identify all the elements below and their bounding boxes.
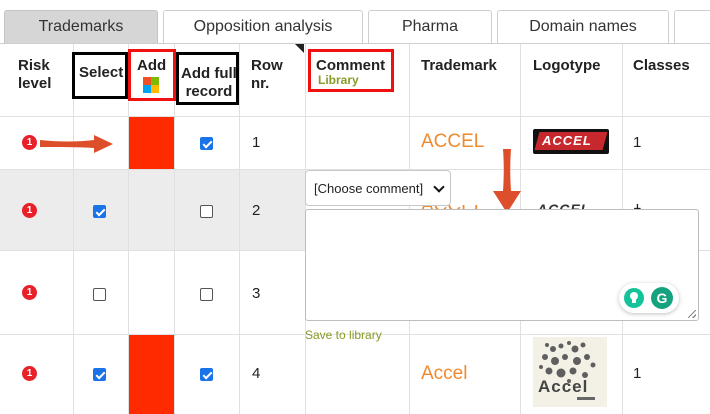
select-checkbox[interactable] — [93, 288, 106, 301]
classes-value: 1 — [633, 365, 642, 382]
tab-opposition-analysis[interactable]: Opposition analysis — [163, 10, 363, 43]
tab-label: Trademarks — [38, 18, 124, 35]
header-label: level — [18, 75, 52, 92]
save-to-library-link[interactable]: Save to library — [305, 328, 382, 342]
logotype-image: Accel — [533, 337, 607, 407]
lightbulb-icon[interactable] — [624, 288, 644, 308]
select-value: [Choose comment] — [314, 180, 424, 196]
risk-alert-icon: 1 — [22, 203, 37, 218]
risk-alert-icon: 1 — [22, 285, 37, 300]
header-classes[interactable]: Classes — [633, 57, 690, 75]
logo-subscript — [577, 397, 595, 400]
header-label: record — [185, 83, 233, 100]
header-label: Row — [251, 57, 283, 74]
select-checkbox[interactable] — [93, 205, 106, 218]
col-divider — [73, 44, 74, 414]
grammarly-widget[interactable]: G — [619, 283, 679, 313]
trademark-name[interactable]: ACCEL — [421, 131, 484, 153]
header-logotype[interactable]: Logotype — [533, 57, 601, 75]
resize-handle-icon[interactable] — [688, 310, 696, 318]
row-number: 4 — [252, 365, 261, 382]
row-number: 2 — [252, 202, 261, 219]
tab-trademarks[interactable]: Trademarks — [4, 10, 158, 43]
ms-colors-icon — [143, 77, 159, 93]
full-record-checkbox[interactable] — [200, 368, 213, 381]
add-cell-row-1[interactable] — [128, 116, 174, 169]
risk-alert-icon: 1 — [22, 135, 37, 150]
tab-bar: Trademarks Opposition analysis Pharma Do… — [0, 0, 710, 44]
arrow-right-icon — [40, 135, 113, 153]
header-add-full-record[interactable]: Add full record — [181, 65, 237, 101]
logotype-image: ACCEL — [533, 129, 609, 154]
sort-corner-icon — [295, 44, 304, 53]
header-select[interactable]: Select — [79, 64, 123, 82]
logo-text: Accel — [538, 377, 589, 396]
col-divider — [239, 44, 240, 414]
tab-label: Opposition analysis — [193, 18, 333, 35]
tab-label: Domain names — [529, 18, 637, 35]
logo-text: ACCEL — [542, 133, 592, 148]
header-add[interactable]: Add — [137, 57, 166, 75]
row-number: 1 — [252, 134, 261, 151]
row-number: 3 — [252, 285, 261, 302]
choose-comment-select[interactable]: [Choose comment] — [305, 170, 451, 206]
header-trademark[interactable]: Trademark — [421, 57, 497, 75]
add-cell-row-4[interactable] — [128, 335, 174, 414]
full-record-checkbox[interactable] — [200, 205, 213, 218]
chevron-down-icon — [433, 181, 445, 193]
header-label: Add full — [181, 65, 237, 82]
full-record-checkbox[interactable] — [200, 288, 213, 301]
full-record-checkbox[interactable] — [200, 137, 213, 150]
tab-more[interactable] — [674, 10, 710, 43]
risk-alert-icon: 1 — [22, 366, 37, 381]
header-risk-level[interactable]: Risk level — [18, 57, 51, 93]
classes-value: 1 — [633, 134, 642, 151]
tab-pharma[interactable]: Pharma — [368, 10, 492, 43]
comment-library-link[interactable]: Library — [318, 73, 359, 87]
tab-label: Pharma — [401, 18, 459, 35]
trademark-name[interactable]: Accel — [421, 363, 467, 385]
tab-domain-names[interactable]: Domain names — [497, 10, 669, 43]
arrow-down-icon — [493, 149, 521, 213]
select-checkbox[interactable] — [93, 368, 106, 381]
row-divider — [0, 116, 710, 117]
header-row-nr[interactable]: Row nr. — [251, 57, 283, 93]
header-label: Risk — [18, 57, 50, 74]
grammarly-icon[interactable]: G — [651, 287, 673, 309]
header-label: nr. — [251, 75, 270, 92]
tab-divider — [0, 43, 710, 44]
